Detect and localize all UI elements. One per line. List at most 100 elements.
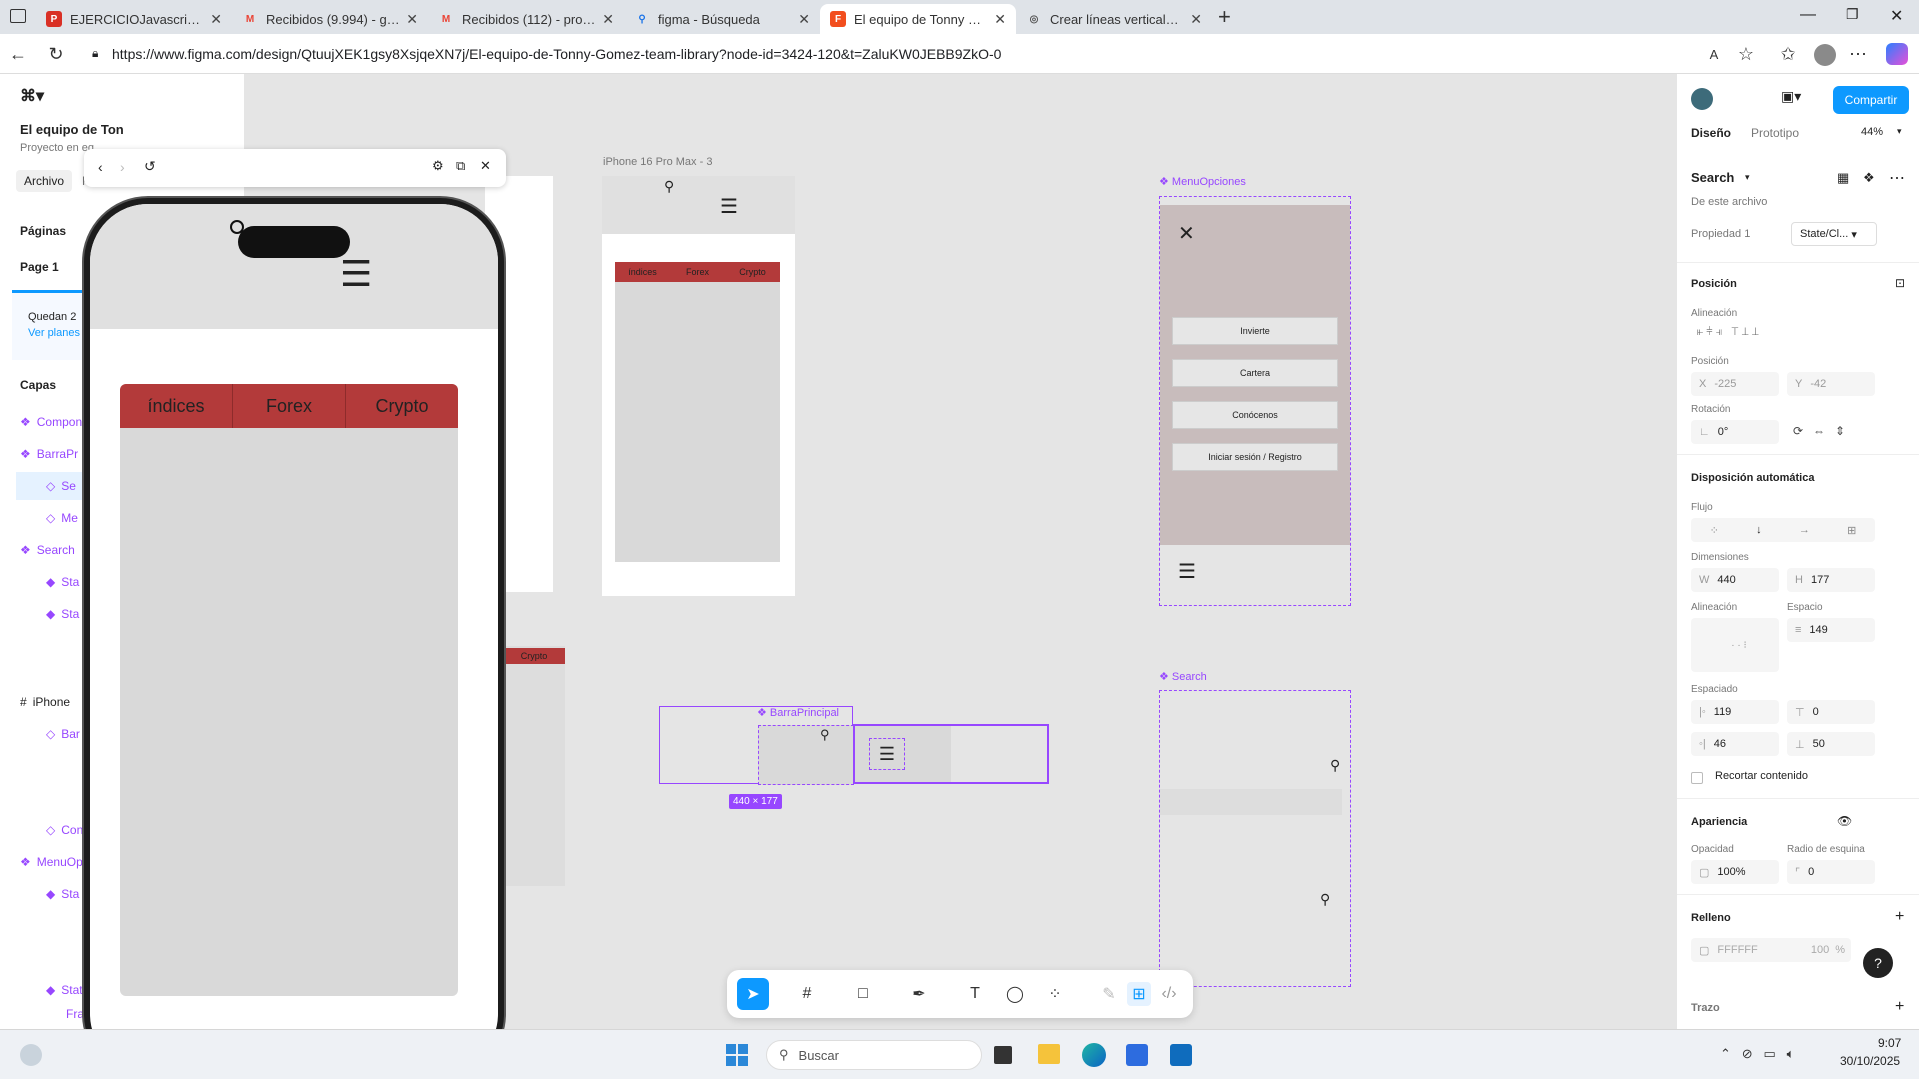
present-icon[interactable]: ▣▾ (1781, 88, 1801, 105)
hamburger-icon[interactable]: ☰ (869, 738, 905, 770)
height-field[interactable]: H 177 (1787, 568, 1875, 592)
search-input[interactable] (1160, 789, 1342, 815)
plans-link[interactable]: Ver planes (28, 327, 80, 339)
frame-icon[interactable]: ⊡ (1895, 276, 1905, 290)
flip-icons[interactable]: ⟳ ⇔ ⇕ (1793, 424, 1845, 438)
pen-tool-icon[interactable]: ✒ (907, 982, 931, 1006)
move-tool-icon[interactable]: ➤ (737, 978, 769, 1010)
tray-icons[interactable]: ⌃ ⊘ ▭ 🔈︎ (1720, 1046, 1794, 1062)
x-field[interactable]: X -225 (1691, 372, 1779, 396)
tab-6[interactable]: ◎Crear líneas verticales Figma✕ (1016, 4, 1212, 34)
flow-selector[interactable]: ⁘ ↓ → ⊞ (1691, 518, 1875, 542)
figma-menu-icon[interactable]: ⌘▾ (20, 86, 44, 106)
new-tab-icon[interactable]: + (1218, 4, 1231, 30)
hamburger-icon[interactable]: ☰ (340, 256, 372, 292)
tab-prototype[interactable]: Prototipo (1751, 126, 1799, 140)
code-icon[interactable]: ‹/› (1157, 982, 1181, 1006)
favorite-icon[interactable]: ☆ (1734, 42, 1758, 66)
tab-2[interactable]: MRecibidos (9.994) - gomezsuarez.t✕ (232, 4, 428, 34)
more-icon[interactable]: ⋯ (1846, 42, 1870, 66)
padding-top-field[interactable]: ⊤ 0 (1787, 700, 1875, 724)
widgets-icon[interactable] (20, 1044, 42, 1066)
grid-icon[interactable]: ▦ (1837, 170, 1849, 186)
task-view-icon[interactable] (994, 1046, 1012, 1064)
project-name[interactable]: Proyecto en eq (20, 142, 94, 154)
menu-invierte[interactable]: Invierte (1172, 317, 1338, 345)
layer-componentes[interactable]: ❖ Compon (20, 408, 82, 436)
tab-forex[interactable]: Forex (670, 262, 725, 282)
add-fill-icon[interactable]: + (1895, 908, 1904, 926)
help-button[interactable]: ? (1863, 948, 1893, 978)
barra-hamburger-box[interactable]: ☰ (853, 724, 1049, 784)
frame-label[interactable]: iPhone 16 Pro Max - 3 (603, 156, 712, 168)
rotation-field[interactable]: ∟ 0° (1691, 420, 1779, 444)
phone-tab-crypto[interactable]: Crypto (346, 384, 458, 428)
url-field[interactable]: 🔒︎ https://www.figma.com/design/QtuujXEK1… (84, 40, 1684, 68)
clip-checkbox[interactable] (1691, 772, 1703, 784)
start-icon[interactable] (726, 1044, 748, 1066)
menu-component-label[interactable]: ❖ MenuOpciones (1159, 175, 1246, 188)
components-tool-icon[interactable]: ⁘ (1043, 982, 1067, 1006)
layer-search[interactable]: ❖ Search (20, 536, 75, 564)
draw-tool-icon[interactable]: ✎ (1097, 982, 1121, 1006)
clock-date[interactable]: 30/10/2025 (1840, 1054, 1900, 1068)
padding-left-field[interactable]: |◦ 119 (1691, 700, 1779, 724)
restore-icon[interactable]: ❐ (1846, 6, 1859, 23)
radius-field[interactable]: ⌜ 0 (1787, 860, 1875, 884)
tab-archivo[interactable]: Archivo (16, 170, 73, 192)
phone-tab-forex[interactable]: Forex (233, 384, 346, 428)
phone-tab-indices[interactable]: índices (120, 384, 233, 428)
phone-preview[interactable]: ☰ índices Forex Crypto (84, 198, 504, 1078)
hamburger-icon[interactable]: ☰ (1178, 559, 1196, 584)
avatar[interactable] (1814, 44, 1836, 66)
dev-mode-icon[interactable]: ⊞ (1127, 982, 1151, 1006)
menu-login[interactable]: Iniciar sesión / Registro (1172, 443, 1338, 471)
y-field[interactable]: Y -42 (1787, 372, 1875, 396)
component-name[interactable]: Search (1691, 170, 1734, 185)
close-icon[interactable]: ✕ (480, 158, 491, 174)
close-icon[interactable]: ✕ (1190, 11, 1202, 28)
copilot-icon[interactable] (1886, 43, 1908, 65)
explorer-icon[interactable] (1038, 1044, 1060, 1064)
tab-4[interactable]: ⚲ figma - Búsqueda ✕ (624, 4, 820, 34)
layer-state-2[interactable]: ◆ Sta (46, 600, 79, 628)
read-aloud-icon[interactable]: A (1702, 42, 1726, 66)
layer-con[interactable]: ◇ Con (46, 816, 83, 844)
tab-1[interactable]: PEJERCICIOJavascriptVarios.pdf✕ (36, 4, 232, 34)
search-component-label[interactable]: ❖ Search (1159, 670, 1207, 683)
restart-icon[interactable]: ↺ (144, 158, 156, 175)
close-icon[interactable]: ✕ (602, 11, 614, 28)
tab-crypto[interactable]: Crypto (725, 262, 780, 282)
tab-actions-icon[interactable] (10, 9, 26, 23)
zoom-level[interactable]: 44% (1861, 126, 1883, 138)
clock-time[interactable]: 9:07 (1878, 1036, 1901, 1050)
fill-field[interactable]: ▢ FFFFFF 100% (1691, 938, 1851, 962)
back-icon[interactable]: ← (6, 42, 30, 66)
close-icon[interactable]: ✕ (406, 11, 418, 28)
clip-label[interactable]: Recortar contenido (1715, 770, 1808, 782)
back-icon[interactable]: ‹ (98, 159, 103, 175)
search-icon[interactable]: ⚲ (1330, 757, 1340, 774)
close-window-icon[interactable]: ✕ (1890, 6, 1903, 26)
tab-5-active[interactable]: FEl equipo de Tonny Gomez team l✕ (820, 4, 1016, 34)
property-select[interactable]: State/Cl... ▾ (1791, 222, 1877, 246)
collections-icon[interactable]: ✩ (1776, 42, 1800, 66)
eye-icon[interactable]: 👁︎ (1837, 814, 1852, 828)
outlook-icon[interactable] (1170, 1044, 1192, 1066)
menu-conocenos[interactable]: Conócenos (1172, 401, 1338, 429)
more-icon[interactable]: ⋯ (1889, 168, 1905, 188)
menu-component[interactable]: ✕ Invierte Cartera Conócenos Iniciar ses… (1159, 196, 1351, 606)
close-icon[interactable]: ✕ (798, 11, 810, 28)
search-icon[interactable]: ⚲ (1320, 891, 1330, 908)
layer-barra[interactable]: ❖ BarraPr (20, 440, 78, 468)
layer-iphone[interactable]: # iPhone (20, 688, 70, 716)
tab-3[interactable]: MRecibidos (112) - prometeodaw.to✕ (428, 4, 624, 34)
share-button[interactable]: Compartir (1833, 86, 1909, 114)
layer-menu[interactable]: ◇ Me (46, 504, 78, 532)
tab-indices[interactable]: índices (615, 262, 670, 282)
user-avatar[interactable] (1691, 88, 1713, 110)
minimize-icon[interactable]: — (1800, 6, 1816, 24)
padding-bottom-field[interactable]: ⊥ 50 (1787, 732, 1875, 756)
chevron-down-icon[interactable]: ▾ (1745, 172, 1750, 183)
file-title[interactable]: El equipo de Ton (20, 122, 124, 137)
